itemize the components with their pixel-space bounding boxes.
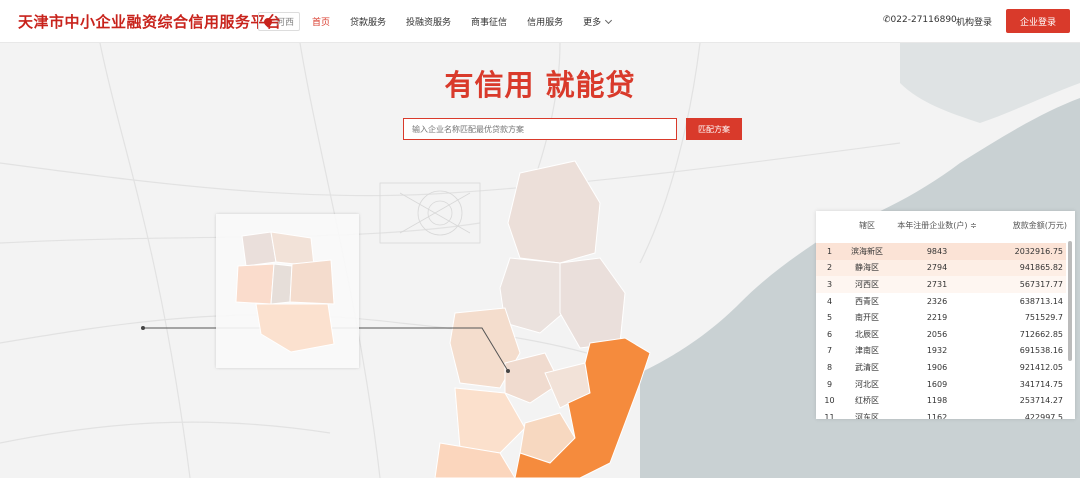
phone-icon: ✆ [883,15,891,25]
header-district: 辖区 [859,221,875,230]
match-plan-button[interactable]: 匹配方案 [686,118,742,140]
count-cell: 9843 [926,246,948,256]
enterprise-login-button[interactable]: 企业登录 [1006,9,1070,33]
nav-commercial-credit[interactable]: 商事征信 [471,15,507,28]
count-cell: 1609 [926,379,948,389]
count-cell: 1162 [926,412,948,419]
district-cell: 津南区 [855,346,879,356]
district-cell: 北辰区 [855,329,879,339]
district-stats-table: 辖区 本年注册企业数(户) ≑ 放款金额(万元) 1 滨海新区 9843 203291… [816,211,1075,419]
hero-title: 有信用 就能贷 [444,68,636,102]
location-pin-icon [262,15,274,28]
nav-home[interactable]: 首页 [312,15,330,28]
amount-cell: 422997.5 [1024,412,1063,419]
rank-cell: 10 [824,396,835,406]
rank-cell: 9 [826,379,833,389]
amount-cell: 691538.16 [1019,346,1063,356]
table-row[interactable]: 4 西青区 2326 638713.14 [816,293,1066,310]
amount-cell: 2032916.75 [1014,246,1063,256]
count-cell: 2056 [926,329,948,339]
table-row[interactable]: 1 滨海新区 9843 2032916.75 [816,243,1066,260]
header-registered-count[interactable]: 本年注册企业数(户) ≑ [891,220,983,231]
count-cell: 2794 [926,263,948,273]
district-cell: 滨海新区 [851,246,883,256]
table-row[interactable]: 10 红桥区 1198 253714.27 [816,392,1066,409]
inset-hexi [255,303,335,353]
rank-cell: 2 [826,263,833,273]
company-search-input[interactable] [403,118,677,140]
inset-hongqiao [241,231,277,267]
amount-cell: 712662.85 [1019,329,1063,339]
count-cell: 1906 [926,362,948,372]
count-cell: 2731 [926,279,948,289]
rank-cell: 8 [826,362,833,372]
location-selector[interactable]: 河西 [258,12,301,31]
inset-nankai [235,263,275,305]
table-row[interactable]: 9 河北区 1609 341714.75 [816,376,1066,393]
amount-cell: 638713.14 [1019,296,1063,306]
district-cell: 河西区 [855,279,879,289]
table-row[interactable]: 11 河东区 1162 422997.5 [816,409,1066,419]
org-login-link[interactable]: 机构登录 [956,15,992,28]
table-header: 辖区 本年注册企业数(户) ≑ 放款金额(万元) [816,211,1075,240]
table-row[interactable]: 6 北辰区 2056 712662.85 [816,326,1066,343]
rank-cell: 11 [824,412,835,419]
rank-cell: 7 [826,346,833,356]
district-cell: 红桥区 [855,396,879,406]
location-label: 河西 [276,18,295,28]
inset-heping [270,263,293,305]
count-cell: 1198 [926,396,948,406]
table-row[interactable]: 7 津南区 1932 691538.16 [816,343,1066,360]
nav-investment-services[interactable]: 投融资服务 [406,15,451,28]
rank-cell: 1 [826,246,833,256]
amount-cell: 941865.82 [1019,263,1063,273]
count-cell: 2326 [926,296,948,306]
amount-cell: 253714.27 [1019,396,1063,406]
city-districts-inset[interactable] [216,214,359,368]
district-cell: 河北区 [855,379,879,389]
rank-cell: 4 [826,296,833,306]
top-header: 天津市中小企业融资综合信用服务平台 河西 首页 贷款服务 投融资服务 商事征信 … [0,0,1080,43]
count-cell: 2219 [926,313,948,323]
nav-more[interactable]: 更多 [583,15,613,28]
chevron-down-icon [605,16,613,25]
amount-cell: 751529.7 [1024,313,1063,323]
table-body: 1 滨海新区 9843 2032916.75 2 静海区 2794 941865.82 3 河西区… [816,243,1066,419]
table-row[interactable]: 5 南开区 2219 751529.7 [816,309,1066,326]
phone-text: 022-27116890 [890,15,957,25]
district-cell: 西青区 [855,296,879,306]
phone-number: ✆022-27116890 [883,15,957,25]
nav-credit-services[interactable]: 信用服务 [527,15,563,28]
inset-map [235,231,335,353]
inset-hebei [270,231,315,267]
district-cell: 河东区 [855,412,879,419]
count-cell: 1932 [926,346,948,356]
district-cell: 静海区 [855,263,879,273]
site-logo[interactable]: 天津市中小企业融资综合信用服务平台 [18,11,282,32]
amount-cell: 921412.05 [1019,362,1063,372]
amount-cell: 341714.75 [1019,379,1063,389]
rank-cell: 6 [826,329,833,339]
nav-more-label: 更多 [583,18,602,28]
header-loan-amount: 放款金额(万元) [1012,221,1067,230]
district-cell: 武清区 [855,362,879,372]
table-scrollbar[interactable] [1068,241,1072,361]
nav-loan-services[interactable]: 贷款服务 [350,15,386,28]
table-row[interactable]: 8 武清区 1906 921412.05 [816,359,1066,376]
table-row[interactable]: 2 静海区 2794 941865.82 [816,259,1066,277]
table-row[interactable]: 3 河西区 2731 567317.77 [816,276,1066,293]
rank-cell: 3 [826,279,833,289]
main-nav: 首页 贷款服务 投融资服务 商事征信 信用服务 更多 [312,15,631,28]
amount-cell: 567317.77 [1019,279,1063,289]
inset-hedong [289,259,335,305]
rank-cell: 5 [826,313,833,323]
district-cell: 南开区 [855,313,879,323]
